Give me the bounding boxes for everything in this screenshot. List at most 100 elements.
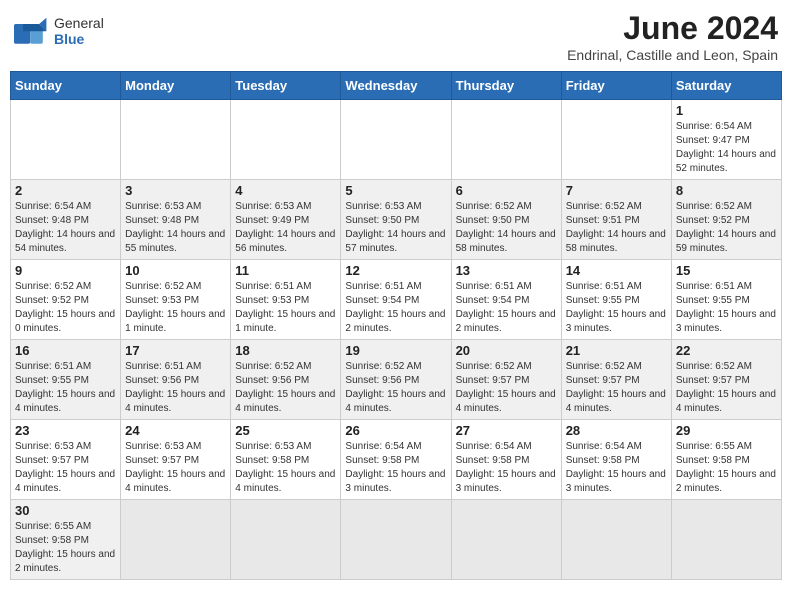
day-number: 23 [15, 423, 116, 438]
day-info: Sunrise: 6:54 AM Sunset: 9:58 PM Dayligh… [345, 440, 446, 496]
calendar-cell: 18 Sunrise: 6:52 AM Sunset: 9:56 PM Dayli… [231, 340, 341, 420]
calendar-cell [341, 500, 451, 580]
logo: General General Blue [14, 10, 134, 55]
day-number: 30 [15, 503, 116, 518]
column-header-tuesday: Tuesday [231, 72, 341, 100]
day-info: Sunrise: 6:52 AM Sunset: 9:52 PM Dayligh… [15, 280, 116, 336]
calendar-cell: 2Sunrise: 6:54 AM Sunset: 9:48 PM Daylig… [11, 180, 121, 260]
day-info: Sunrise: 6:52 AM Sunset: 9:56 PM Dayligh… [235, 360, 336, 416]
calendar-cell [451, 500, 561, 580]
calendar-cell: 8Sunrise: 6:52 AM Sunset: 9:52 PM Daylig… [671, 180, 781, 260]
calendar-table: SundayMondayTuesdayWednesdayThursdayFrid… [10, 71, 782, 580]
calendar-cell [341, 100, 451, 180]
page-header: General General Blue June 2024 Endrinal,… [10, 10, 782, 63]
day-info: Sunrise: 6:55 AM Sunset: 9:58 PM Dayligh… [15, 520, 116, 576]
calendar-cell: 10 Sunrise: 6:52 AM Sunset: 9:53 PM Dayli… [121, 260, 231, 340]
day-number: 27 [456, 423, 557, 438]
day-info: Sunrise: 6:55 AM Sunset: 9:58 PM Dayligh… [676, 440, 777, 496]
day-info: Sunrise: 6:54 AM Sunset: 9:58 PM Dayligh… [566, 440, 667, 496]
day-info: Sunrise: 6:53 AM Sunset: 9:57 PM Dayligh… [15, 440, 116, 496]
day-info: Sunrise: 6:52 AM Sunset: 9:51 PM Dayligh… [566, 200, 667, 256]
column-header-wednesday: Wednesday [341, 72, 451, 100]
day-number: 12 [345, 263, 446, 278]
day-number: 15 [676, 263, 777, 278]
location-subtitle: Endrinal, Castille and Leon, Spain [567, 47, 778, 63]
day-number: 24 [125, 423, 226, 438]
calendar-week-row: 23 Sunrise: 6:53 AM Sunset: 9:57 PM Dayli… [11, 420, 782, 500]
column-header-monday: Monday [121, 72, 231, 100]
month-year-title: June 2024 [567, 10, 778, 47]
calendar-cell [231, 500, 341, 580]
day-number: 5 [345, 183, 446, 198]
calendar-week-row: 9 Sunrise: 6:52 AM Sunset: 9:52 PM Daylig… [11, 260, 782, 340]
day-info: Sunrise: 6:51 AM Sunset: 9:56 PM Dayligh… [125, 360, 226, 416]
day-info: Sunrise: 6:52 AM Sunset: 9:50 PM Dayligh… [456, 200, 557, 256]
column-header-sunday: Sunday [11, 72, 121, 100]
svg-text:General: General [16, 45, 37, 51]
calendar-cell: 20Sunrise: 6:52 AM Sunset: 9:57 PM Dayli… [451, 340, 561, 420]
day-info: Sunrise: 6:54 AM Sunset: 9:48 PM Dayligh… [15, 200, 116, 256]
calendar-cell: 12 Sunrise: 6:51 AM Sunset: 9:54 PM Dayli… [341, 260, 451, 340]
day-info: Sunrise: 6:51 AM Sunset: 9:54 PM Dayligh… [456, 280, 557, 336]
calendar-cell: 22 Sunrise: 6:52 AM Sunset: 9:57 PM Dayli… [671, 340, 781, 420]
day-number: 9 [15, 263, 116, 278]
day-number: 19 [345, 343, 446, 358]
day-info: Sunrise: 6:52 AM Sunset: 9:56 PM Dayligh… [345, 360, 446, 416]
calendar-week-row: 16 Sunrise: 6:51 AM Sunset: 9:55 PM Dayli… [11, 340, 782, 420]
calendar-week-row: 30 Sunrise: 6:55 AM Sunset: 9:58 PM Dayli… [11, 500, 782, 580]
calendar-header-row: SundayMondayTuesdayWednesdayThursdayFrid… [11, 72, 782, 100]
calendar-cell: 30 Sunrise: 6:55 AM Sunset: 9:58 PM Dayli… [11, 500, 121, 580]
calendar-cell: 28 Sunrise: 6:54 AM Sunset: 9:58 PM Dayli… [561, 420, 671, 500]
day-number: 6 [456, 183, 557, 198]
day-info: Sunrise: 6:53 AM Sunset: 9:58 PM Dayligh… [235, 440, 336, 496]
calendar-cell: 4Sunrise: 6:53 AM Sunset: 9:49 PM Daylig… [231, 180, 341, 260]
day-number: 22 [676, 343, 777, 358]
calendar-cell [121, 500, 231, 580]
logo-text: General Blue [54, 10, 134, 55]
calendar-week-row: 2Sunrise: 6:54 AM Sunset: 9:48 PM Daylig… [11, 180, 782, 260]
calendar-cell [561, 100, 671, 180]
calendar-cell [671, 500, 781, 580]
svg-text:General: General [54, 15, 104, 31]
day-info: Sunrise: 6:53 AM Sunset: 9:50 PM Dayligh… [345, 200, 446, 256]
day-info: Sunrise: 6:53 AM Sunset: 9:57 PM Dayligh… [125, 440, 226, 496]
day-info: Sunrise: 6:51 AM Sunset: 9:54 PM Dayligh… [345, 280, 446, 336]
day-number: 29 [676, 423, 777, 438]
calendar-cell: 24 Sunrise: 6:53 AM Sunset: 9:57 PM Dayli… [121, 420, 231, 500]
column-header-thursday: Thursday [451, 72, 561, 100]
day-number: 3 [125, 183, 226, 198]
calendar-cell: 29 Sunrise: 6:55 AM Sunset: 9:58 PM Dayli… [671, 420, 781, 500]
calendar-cell: 6 Sunrise: 6:52 AM Sunset: 9:50 PM Daylig… [451, 180, 561, 260]
day-number: 17 [125, 343, 226, 358]
calendar-cell: 26Sunrise: 6:54 AM Sunset: 9:58 PM Dayli… [341, 420, 451, 500]
day-info: Sunrise: 6:51 AM Sunset: 9:55 PM Dayligh… [566, 280, 667, 336]
calendar-cell: 27Sunrise: 6:54 AM Sunset: 9:58 PM Dayli… [451, 420, 561, 500]
calendar-cell: 14 Sunrise: 6:51 AM Sunset: 9:55 PM Dayli… [561, 260, 671, 340]
calendar-cell: 15Sunrise: 6:51 AM Sunset: 9:55 PM Dayli… [671, 260, 781, 340]
day-number: 10 [125, 263, 226, 278]
day-info: Sunrise: 6:52 AM Sunset: 9:53 PM Dayligh… [125, 280, 226, 336]
calendar-cell: 11 Sunrise: 6:51 AM Sunset: 9:53 PM Dayli… [231, 260, 341, 340]
day-number: 18 [235, 343, 336, 358]
calendar-cell [121, 100, 231, 180]
title-block: June 2024 Endrinal, Castille and Leon, S… [567, 10, 778, 63]
day-info: Sunrise: 6:53 AM Sunset: 9:49 PM Dayligh… [235, 200, 336, 256]
day-info: Sunrise: 6:53 AM Sunset: 9:48 PM Dayligh… [125, 200, 226, 256]
day-number: 20 [456, 343, 557, 358]
day-number: 1 [676, 103, 777, 118]
calendar-cell: 23 Sunrise: 6:53 AM Sunset: 9:57 PM Dayli… [11, 420, 121, 500]
calendar-week-row: 1Sunrise: 6:54 AM Sunset: 9:47 PM Daylig… [11, 100, 782, 180]
calendar-cell: 3 Sunrise: 6:53 AM Sunset: 9:48 PM Daylig… [121, 180, 231, 260]
column-header-friday: Friday [561, 72, 671, 100]
day-number: 28 [566, 423, 667, 438]
day-info: Sunrise: 6:51 AM Sunset: 9:53 PM Dayligh… [235, 280, 336, 336]
svg-text:Blue: Blue [54, 31, 85, 47]
calendar-cell: 19 Sunrise: 6:52 AM Sunset: 9:56 PM Dayli… [341, 340, 451, 420]
column-header-saturday: Saturday [671, 72, 781, 100]
day-number: 14 [566, 263, 667, 278]
day-number: 11 [235, 263, 336, 278]
calendar-cell: 16 Sunrise: 6:51 AM Sunset: 9:55 PM Dayli… [11, 340, 121, 420]
day-info: Sunrise: 6:51 AM Sunset: 9:55 PM Dayligh… [15, 360, 116, 416]
day-info: Sunrise: 6:52 AM Sunset: 9:57 PM Dayligh… [676, 360, 777, 416]
day-number: 16 [15, 343, 116, 358]
